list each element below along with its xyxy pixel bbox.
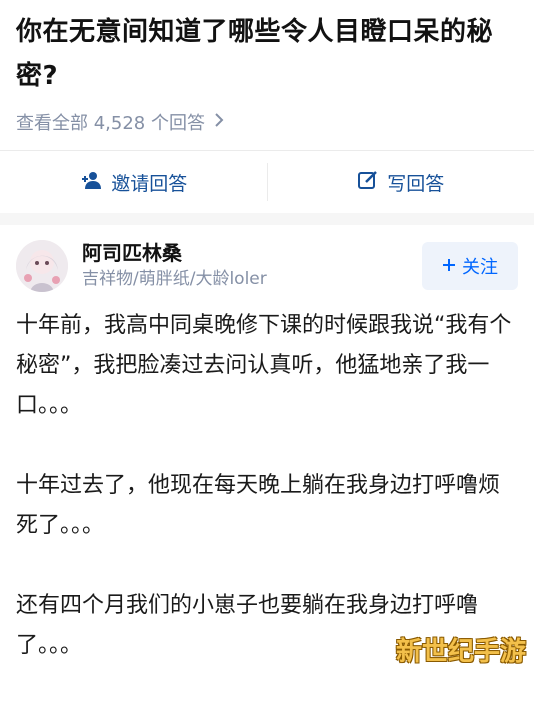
author-meta: 阿司匹林桑 吉祥物/萌胖纸/大龄loler	[82, 240, 422, 292]
author-bio: 吉祥物/萌胖纸/大龄loler	[82, 266, 422, 292]
avatar[interactable]	[16, 240, 68, 292]
edit-pen-icon	[357, 169, 379, 196]
follow-label: 关注	[462, 253, 498, 279]
invite-user-icon	[79, 170, 103, 195]
section-separator	[0, 213, 534, 225]
chevron-right-icon	[213, 108, 225, 140]
plus-icon	[442, 256, 456, 277]
author-header: 阿司匹林桑 吉祥物/萌胖纸/大龄loler 关注	[16, 236, 518, 296]
author-name[interactable]: 阿司匹林桑	[82, 240, 422, 266]
view-all-answers-link[interactable]: 查看全部 4,528 个回答	[16, 108, 225, 140]
write-answer-label: 写回答	[387, 169, 444, 196]
question-title: 你在无意间知道了哪些令人目瞪口呆的秘密?	[16, 10, 516, 98]
write-answer-button[interactable]: 写回答	[268, 151, 534, 213]
answer-action-bar: 邀请回答 写回答	[0, 150, 534, 214]
invite-answer-button[interactable]: 邀请回答	[0, 151, 267, 213]
follow-button[interactable]: 关注	[422, 242, 518, 290]
answer-paragraph: 十年前，我高中同桌晚修下课的时候跟我说“我有个秘密”，我把脸凑过去问认真听，他猛…	[16, 306, 520, 426]
view-all-answers-label: 查看全部 4,528 个回答	[16, 108, 205, 140]
invite-answer-label: 邀请回答	[111, 169, 187, 196]
answer-paragraph: 十年过去了，他现在每天晚上躺在我身边打呼噜烦死了。。。	[16, 466, 520, 546]
watermark: 新世纪手游	[396, 631, 526, 668]
